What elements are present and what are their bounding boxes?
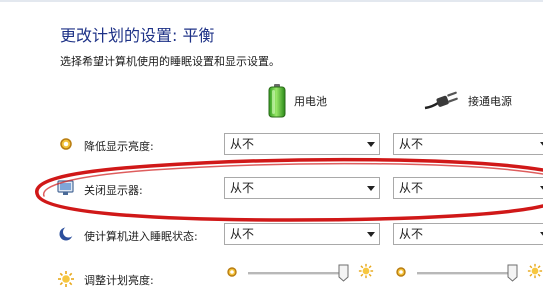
dim-sun-icon bbox=[227, 267, 237, 277]
brightness-plugged-slider[interactable] bbox=[395, 262, 543, 286]
power-plug-icon bbox=[424, 91, 458, 110]
slider-track bbox=[248, 272, 344, 275]
slider-track bbox=[417, 272, 513, 275]
slider-thumb[interactable] bbox=[338, 264, 349, 282]
column-header-battery: 用电池 bbox=[268, 84, 327, 118]
dim-display-plugged-select[interactable]: 从不 bbox=[393, 133, 543, 155]
turn-off-display-battery-value: 从不 bbox=[230, 181, 255, 195]
dim-display-battery-value: 从不 bbox=[230, 137, 255, 151]
bright-sun-icon bbox=[527, 263, 543, 279]
row-label-dim-display: 降低显示亮度: bbox=[84, 140, 154, 153]
top-divider bbox=[0, 0, 543, 2]
page-subtitle: 选择希望计算机使用的睡眠设置和显示设置。 bbox=[60, 55, 280, 68]
sleep-plugged-value: 从不 bbox=[399, 227, 424, 241]
turn-off-display-plugged-value: 从不 bbox=[399, 181, 424, 195]
column-label-plugged: 接通电源 bbox=[468, 95, 512, 108]
row-label-sleep: 使计算机进入睡眠状态: bbox=[84, 230, 198, 243]
brightness-battery-slider[interactable] bbox=[226, 262, 386, 286]
sleep-moon-icon bbox=[56, 224, 76, 244]
sleep-battery-value: 从不 bbox=[230, 227, 255, 241]
bright-sun-icon bbox=[358, 263, 374, 279]
row-label-turn-off-display: 关闭显示器: bbox=[84, 184, 143, 197]
chevron-down-icon bbox=[367, 142, 375, 147]
dim-display-battery-select[interactable]: 从不 bbox=[224, 133, 380, 155]
column-header-plugged: 接通电源 bbox=[424, 84, 512, 118]
turn-off-display-battery-select[interactable]: 从不 bbox=[224, 177, 380, 199]
brightness-sun-icon bbox=[56, 269, 76, 289]
sleep-battery-select[interactable]: 从不 bbox=[224, 223, 380, 245]
column-label-battery: 用电池 bbox=[294, 95, 327, 108]
row-label-brightness: 调整计划亮度: bbox=[84, 274, 154, 287]
turn-off-display-plugged-select[interactable]: 从不 bbox=[393, 177, 543, 199]
slider-thumb[interactable] bbox=[507, 264, 518, 282]
chevron-down-icon bbox=[367, 232, 375, 237]
page-title: 更改计划的设置: 平衡 bbox=[60, 26, 215, 45]
dim-display-plugged-value: 从不 bbox=[399, 137, 424, 151]
sleep-plugged-select[interactable]: 从不 bbox=[393, 223, 543, 245]
chevron-down-icon bbox=[367, 186, 375, 191]
monitor-icon bbox=[56, 178, 76, 198]
dim-display-icon bbox=[56, 134, 76, 154]
battery-icon bbox=[268, 84, 286, 118]
dim-sun-icon bbox=[396, 267, 406, 277]
